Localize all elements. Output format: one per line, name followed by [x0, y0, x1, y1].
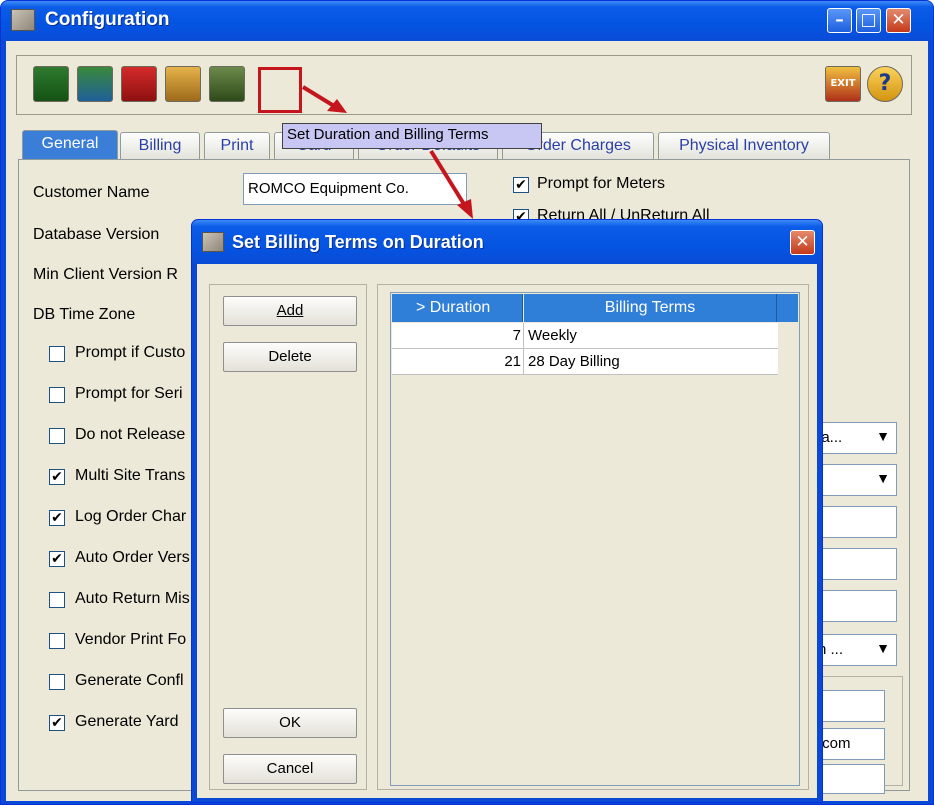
left-checkbox[interactable] [49, 592, 65, 608]
left-checkbox[interactable] [49, 674, 65, 690]
cancel-button-label: Cancel [266, 760, 314, 777]
price-dollar-icon[interactable] [33, 66, 69, 102]
right-combo-1[interactable]: la... ▼ [813, 422, 897, 454]
billing-terms-column-header[interactable]: Billing Terms [524, 294, 777, 322]
maximize-button[interactable]: □ [856, 8, 881, 33]
left-checkbox[interactable] [49, 633, 65, 649]
billing-terms-cell: 28 Day Billing [528, 353, 620, 370]
close-button[interactable]: ✕ [886, 8, 911, 33]
dialog-title-bar[interactable]: Set Billing Terms on Duration ✕ [192, 220, 822, 264]
tab-print[interactable]: Print [204, 132, 270, 160]
prompt-for-meters-label: Prompt for Meters [537, 175, 666, 192]
window-title: Configuration [45, 9, 170, 30]
left-checkbox[interactable] [49, 387, 65, 403]
ok-button[interactable]: OK [223, 708, 357, 738]
customer-name-label: Customer Name [33, 184, 150, 201]
right-field-3[interactable] [813, 590, 897, 622]
tab-general[interactable]: General [22, 130, 118, 160]
tab-billing[interactable]: Billing [120, 132, 200, 160]
red-c-icon[interactable] [121, 66, 157, 102]
add-button[interactable]: Add [223, 296, 357, 326]
tab-physical-inventory[interactable]: Physical Inventory [658, 132, 830, 160]
right-combo-3[interactable]: n ... ▼ [813, 634, 897, 666]
table-row[interactable]: 7 Weekly [392, 323, 778, 349]
billing-terms-cell: Weekly [528, 327, 577, 344]
user-key-icon[interactable] [165, 66, 201, 102]
dialog-close-button[interactable]: ✕ [790, 230, 815, 255]
email-field-1[interactable] [813, 690, 885, 722]
table-row[interactable]: 21 28 Day Billing [392, 349, 778, 375]
dialog-client-area: Add Delete OK Cancel > Duration Billing … [197, 264, 817, 798]
minimize-button[interactable]: – [827, 8, 852, 33]
prompt-for-meters-checkbox[interactable]: ✔ [513, 177, 529, 193]
dialog-title: Set Billing Terms on Duration [232, 232, 484, 252]
email-field-2[interactable]: .com [813, 728, 885, 760]
minimize-icon: – [835, 10, 844, 30]
duration-cell: 21 [392, 349, 524, 374]
chevron-down-icon: ▼ [876, 640, 890, 656]
invoice-dollar-icon[interactable] [77, 66, 113, 102]
close-icon: ✕ [891, 10, 906, 30]
database-version-label: Database Version [33, 226, 160, 243]
tooltip: Set Duration and Billing Terms [282, 123, 542, 149]
db-time-zone-label: DB Time Zone [33, 306, 136, 323]
dialog-app-icon [202, 232, 224, 252]
close-icon: ✕ [795, 232, 810, 252]
min-client-version-label: Min Client Version R [33, 266, 178, 283]
left-checkbox[interactable]: ✔ [49, 715, 65, 731]
left-checkbox[interactable]: ✔ [49, 551, 65, 567]
add-button-label: Add [276, 302, 304, 319]
delete-button-label: Delete [268, 348, 312, 365]
configuration-window: Configuration – □ ✕ EXIT ? General Billi… [0, 0, 934, 805]
maximize-icon: □ [860, 10, 877, 30]
email-field-3[interactable] [813, 764, 885, 794]
left-checkbox[interactable] [49, 428, 65, 444]
left-checkbox[interactable] [49, 346, 65, 362]
toolbar: EXIT ? [16, 55, 912, 115]
right-combo-2[interactable]: ▼ [813, 464, 897, 496]
right-field-1[interactable] [813, 506, 897, 538]
exit-button[interactable]: EXIT [825, 66, 861, 102]
title-bar[interactable]: Configuration – □ ✕ [1, 1, 933, 41]
billing-terms-table: > Duration Billing Terms 7 Weekly 21 28 Day… [390, 292, 800, 786]
calculator-icon[interactable] [209, 66, 245, 102]
cancel-button[interactable]: Cancel [223, 754, 357, 784]
header-filler [777, 294, 798, 322]
billing-terms-dialog: Set Billing Terms on Duration ✕ Add Dele… [191, 219, 823, 803]
delete-button[interactable]: Delete [223, 342, 357, 372]
help-icon[interactable]: ? [867, 66, 903, 102]
app-icon [11, 9, 35, 31]
highlight-box [258, 67, 302, 113]
chevron-down-icon: ▼ [876, 470, 890, 486]
chevron-down-icon: ▼ [876, 428, 890, 444]
ok-button-label: OK [279, 714, 301, 731]
customer-name-field[interactable]: ROMCO Equipment Co. [243, 173, 467, 205]
duration-cell: 7 [392, 323, 524, 348]
right-field-2[interactable] [813, 548, 897, 580]
left-checkbox[interactable]: ✔ [49, 510, 65, 526]
left-checkbox[interactable]: ✔ [49, 469, 65, 485]
duration-column-header[interactable]: > Duration [392, 294, 523, 322]
